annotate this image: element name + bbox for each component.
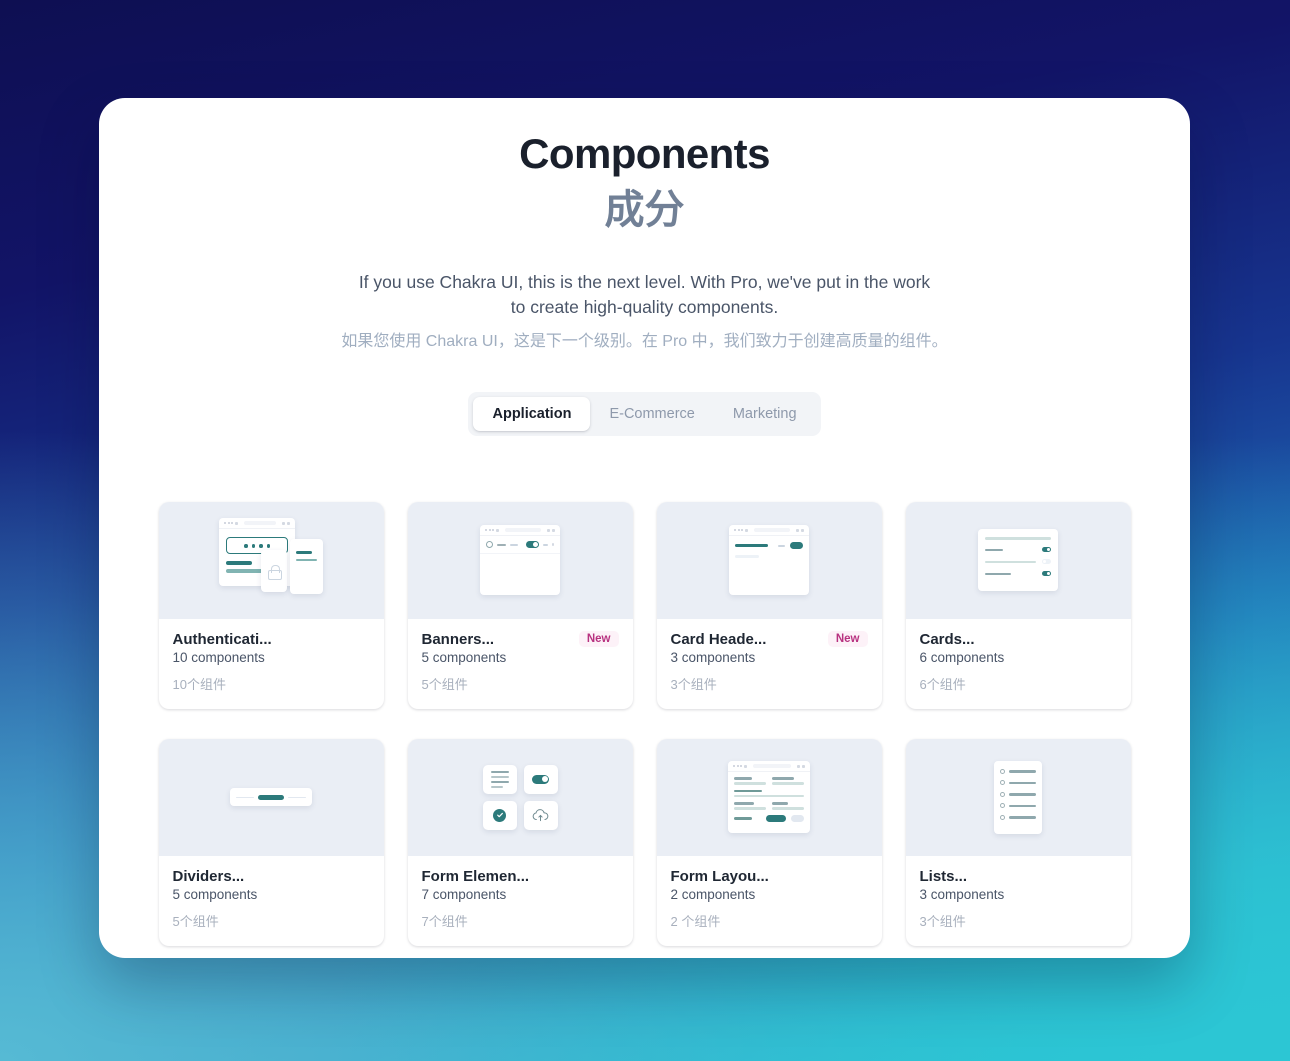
dividers-icon bbox=[230, 788, 312, 807]
card-title: Lists... bbox=[919, 867, 968, 885]
card-body: Form Elemen... 7 components 7个组件 bbox=[408, 856, 633, 946]
card-component-count: 3 components bbox=[919, 886, 1005, 902]
checkmark-icon bbox=[482, 800, 517, 830]
card-component-count: 6 components bbox=[919, 649, 1005, 665]
card-title: Banners... bbox=[421, 630, 495, 648]
card-component-count-chinese: 10个组件 bbox=[172, 676, 226, 692]
card-card-headers[interactable]: Card Heade... New 3 components 3个组件 bbox=[656, 501, 882, 709]
card-component-count: 10 components bbox=[172, 649, 265, 665]
tab-marketing[interactable]: Marketing bbox=[714, 397, 816, 431]
card-thumbnail bbox=[905, 501, 1131, 619]
card-body: Card Heade... New 3 components 3个组件 bbox=[657, 619, 882, 709]
card-banners[interactable]: Banners... New 5 components 5个组件 bbox=[407, 501, 633, 709]
tab-e-commerce[interactable]: E-Commerce bbox=[590, 397, 713, 431]
card-form-elements[interactable]: Form Elemen... 7 components 7个组件 bbox=[407, 738, 633, 946]
card-cards[interactable]: Cards... 6 components 6个组件 bbox=[905, 501, 1131, 709]
tab-application[interactable]: Application bbox=[473, 396, 591, 431]
card-title: Form Elemen... bbox=[421, 867, 530, 885]
form-elements-icon bbox=[482, 764, 558, 830]
card-form-layouts[interactable]: Form Layou... 2 components 2 个组件 bbox=[656, 738, 882, 946]
card-authentication[interactable]: Authenticati... 10 components 10个组件 bbox=[158, 501, 384, 709]
card-component-count-chinese: 3个组件 bbox=[670, 676, 717, 692]
card-body: Dividers... 5 components 5个组件 bbox=[159, 856, 384, 946]
card-component-count-chinese: 2 个组件 bbox=[670, 913, 721, 929]
card-thumbnail bbox=[905, 738, 1131, 856]
lists-icon bbox=[994, 760, 1042, 834]
card-body: Banners... New 5 components 5个组件 bbox=[408, 619, 633, 709]
card-thumbnail bbox=[158, 738, 384, 856]
card-thumbnail bbox=[656, 501, 882, 619]
status-badge-new: New bbox=[827, 631, 868, 648]
cloud-upload-icon bbox=[523, 800, 558, 830]
card-component-count-chinese: 7个组件 bbox=[421, 913, 468, 929]
banners-icon bbox=[480, 525, 560, 596]
card-title: Authenticati... bbox=[172, 630, 272, 648]
status-badge-new: New bbox=[578, 631, 619, 648]
card-component-count-chinese: 5个组件 bbox=[421, 676, 468, 692]
category-tabs: Application E-Commerce Marketing bbox=[159, 391, 1130, 436]
card-body: Form Layou... 2 components 2 个组件 bbox=[657, 856, 882, 946]
card-thumbnail bbox=[158, 501, 384, 619]
card-thumbnail bbox=[407, 501, 633, 619]
card-headers-icon bbox=[729, 525, 809, 596]
page-subtitle-chinese: 如果您使用 Chakra UI，这是下一个级别。在 Pro 中，我们致力于创建高… bbox=[341, 332, 948, 350]
form-layouts-icon bbox=[728, 761, 810, 834]
card-component-count-chinese: 3个组件 bbox=[919, 913, 966, 929]
card-component-count: 3 components bbox=[670, 649, 756, 665]
tab-list: Application E-Commerce Marketing bbox=[468, 391, 821, 436]
card-component-count: 2 components bbox=[670, 886, 756, 902]
text-lines-icon bbox=[482, 764, 517, 794]
page-title: Components bbox=[519, 130, 770, 177]
card-body: Authenticati... 10 components 10个组件 bbox=[159, 619, 384, 709]
card-component-count: 7 components bbox=[421, 886, 507, 902]
card-lists[interactable]: Lists... 3 components 3个组件 bbox=[905, 738, 1131, 946]
card-thumbnail bbox=[656, 738, 882, 856]
card-title: Cards... bbox=[919, 630, 975, 648]
card-component-count: 5 components bbox=[421, 649, 507, 665]
authentication-icon bbox=[217, 512, 325, 608]
card-thumbnail bbox=[407, 738, 633, 856]
page-title-chinese: 成分 bbox=[604, 188, 685, 233]
cards-icon bbox=[978, 529, 1058, 592]
card-title: Form Layou... bbox=[670, 867, 769, 885]
page-subtitle: If you use Chakra UI, this is the next l… bbox=[358, 272, 931, 318]
components-panel: Components 成分 If you use Chakra UI, this… bbox=[99, 98, 1190, 958]
component-card-grid: Authenticati... 10 components 10个组件 Bann… bbox=[158, 501, 1131, 958]
card-component-count-chinese: 6个组件 bbox=[919, 676, 966, 692]
card-title: Card Heade... bbox=[670, 630, 767, 648]
card-component-count-chinese: 5个组件 bbox=[172, 913, 219, 929]
card-component-count: 5 components bbox=[172, 886, 258, 902]
card-title: Dividers... bbox=[172, 867, 245, 885]
card-body: Lists... 3 components 3个组件 bbox=[906, 856, 1131, 946]
card-body: Cards... 6 components 6个组件 bbox=[906, 619, 1131, 709]
toggle-icon bbox=[523, 764, 558, 794]
card-dividers[interactable]: Dividers... 5 components 5个组件 bbox=[158, 738, 384, 946]
